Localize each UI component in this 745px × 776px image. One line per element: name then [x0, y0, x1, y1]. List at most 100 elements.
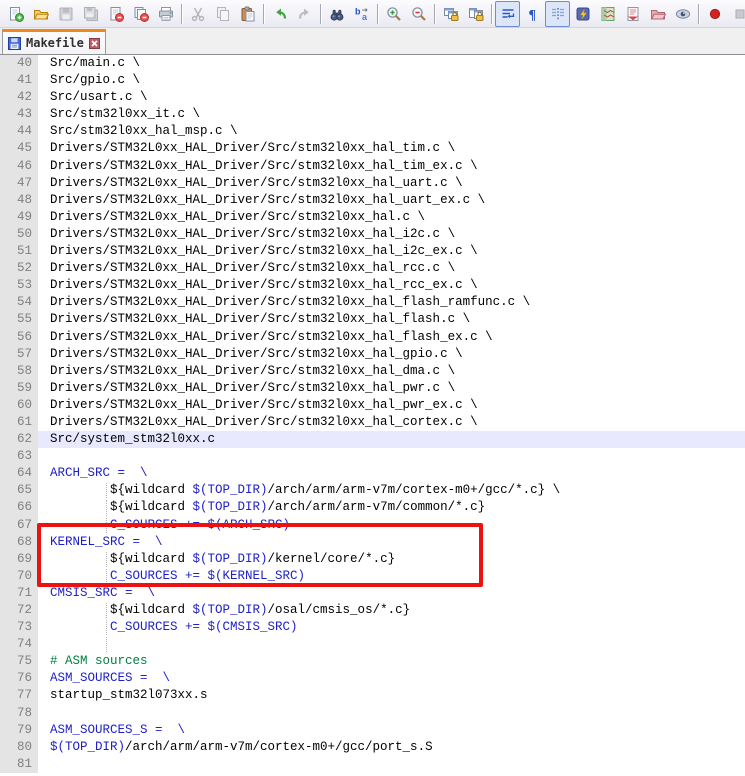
line-code: Drivers/STM32L0xx_HAL_Driver/Src/stm32l0… — [38, 158, 745, 175]
copy-button[interactable] — [210, 1, 235, 27]
indent-guide-icon — [550, 6, 566, 22]
macro-stop-button[interactable] — [727, 1, 745, 27]
replace-button[interactable]: ba — [349, 1, 374, 27]
sync-vertical-button[interactable] — [438, 1, 463, 27]
document-map-button[interactable] — [595, 1, 620, 27]
open-folder-button[interactable] — [28, 1, 53, 27]
editor-line-65[interactable]: 65 ${wildcard $(TOP_DIR)/arch/arm/arm-v7… — [0, 482, 745, 499]
editor-line-81[interactable]: 81 — [0, 756, 745, 773]
editor-line-63[interactable]: 63 — [0, 448, 745, 465]
editor-line-75[interactable]: 75# ASM sources — [0, 653, 745, 670]
line-number: 57 — [0, 346, 38, 363]
word-wrap-icon — [500, 6, 516, 22]
editor-line-52[interactable]: 52Drivers/STM32L0xx_HAL_Driver/Src/stm32… — [0, 260, 745, 277]
close-button[interactable] — [103, 1, 128, 27]
editor-line-70[interactable]: 70 C_SOURCES += $(KERNEL_SRC) — [0, 568, 745, 585]
editor-line-59[interactable]: 59Drivers/STM32L0xx_HAL_Driver/Src/stm32… — [0, 380, 745, 397]
doc-switcher-button[interactable] — [620, 1, 645, 27]
line-number: 72 — [0, 602, 38, 619]
line-code: Drivers/STM32L0xx_HAL_Driver/Src/stm32l0… — [38, 329, 745, 346]
sync-horizontal-button[interactable] — [463, 1, 488, 27]
line-code: C_SOURCES += $(KERNEL_SRC) — [38, 568, 745, 585]
line-code: # ASM sources — [38, 653, 745, 670]
editor-line-78[interactable]: 78 — [0, 705, 745, 722]
editor-line-55[interactable]: 55Drivers/STM32L0xx_HAL_Driver/Src/stm32… — [0, 311, 745, 328]
folder-as-workspace-button[interactable] — [645, 1, 670, 27]
editor-line-62[interactable]: 62Src/system_stm32l0xx.c — [0, 431, 745, 448]
editor-line-72[interactable]: 72 ${wildcard $(TOP_DIR)/osal/cmsis_os/*… — [0, 602, 745, 619]
editor-line-66[interactable]: 66 ${wildcard $(TOP_DIR)/arch/arm/arm-v7… — [0, 499, 745, 516]
toolbar: ba ¶ — [0, 0, 745, 28]
editor-line-61[interactable]: 61Drivers/STM32L0xx_HAL_Driver/Src/stm32… — [0, 414, 745, 431]
replace-icon: ba — [354, 6, 370, 22]
editor-line-69[interactable]: 69 ${wildcard $(TOP_DIR)/kernel/core/*.c… — [0, 551, 745, 568]
line-number: 73 — [0, 619, 38, 636]
find-button[interactable] — [324, 1, 349, 27]
close-all-button[interactable] — [128, 1, 153, 27]
cut-button[interactable] — [185, 1, 210, 27]
close-tab-icon[interactable] — [89, 38, 100, 49]
editor-line-60[interactable]: 60Drivers/STM32L0xx_HAL_Driver/Src/stm32… — [0, 397, 745, 414]
editor-line-49[interactable]: 49Drivers/STM32L0xx_HAL_Driver/Src/stm32… — [0, 209, 745, 226]
editor-line-57[interactable]: 57Drivers/STM32L0xx_HAL_Driver/Src/stm32… — [0, 346, 745, 363]
editor-line-47[interactable]: 47Drivers/STM32L0xx_HAL_Driver/Src/stm32… — [0, 175, 745, 192]
line-number: 65 — [0, 482, 38, 499]
new-file-button[interactable] — [3, 1, 28, 27]
editor-line-53[interactable]: 53Drivers/STM32L0xx_HAL_Driver/Src/stm32… — [0, 277, 745, 294]
function-list-button[interactable] — [570, 1, 595, 27]
save-button[interactable] — [53, 1, 78, 27]
line-number: 49 — [0, 209, 38, 226]
line-code: CMSIS_SRC = \ — [38, 585, 745, 602]
editor-line-71[interactable]: 71CMSIS_SRC = \ — [0, 585, 745, 602]
editor-line-79[interactable]: 79ASM_SOURCES_S = \ — [0, 722, 745, 739]
editor-line-64[interactable]: 64ARCH_SRC = \ — [0, 465, 745, 482]
zoom-in-button[interactable] — [381, 1, 406, 27]
print-button[interactable] — [153, 1, 178, 27]
editor-line-44[interactable]: 44Src/stm32l0xx_hal_msp.c \ — [0, 123, 745, 140]
line-code: Drivers/STM32L0xx_HAL_Driver/Src/stm32l0… — [38, 363, 745, 380]
editor-line-42[interactable]: 42Src/usart.c \ — [0, 89, 745, 106]
save-all-button[interactable] — [78, 1, 103, 27]
editor-line-41[interactable]: 41Src/gpio.c \ — [0, 72, 745, 89]
line-code: Drivers/STM32L0xx_HAL_Driver/Src/stm32l0… — [38, 380, 745, 397]
svg-text:a: a — [362, 12, 368, 22]
line-number: 41 — [0, 72, 38, 89]
zoom-out-button[interactable] — [406, 1, 431, 27]
editor-line-46[interactable]: 46Drivers/STM32L0xx_HAL_Driver/Src/stm32… — [0, 158, 745, 175]
editor-line-80[interactable]: 80$(TOP_DIR)/arch/arm/arm-v7m/cortex-m0+… — [0, 739, 745, 756]
line-number: 71 — [0, 585, 38, 602]
editor-line-56[interactable]: 56Drivers/STM32L0xx_HAL_Driver/Src/stm32… — [0, 329, 745, 346]
line-code: Drivers/STM32L0xx_HAL_Driver/Src/stm32l0… — [38, 346, 745, 363]
editor-line-43[interactable]: 43Src/stm32l0xx_it.c \ — [0, 106, 745, 123]
editor-line-51[interactable]: 51Drivers/STM32L0xx_HAL_Driver/Src/stm32… — [0, 243, 745, 260]
line-code: startup_stm32l073xx.s — [38, 687, 745, 704]
editor-line-58[interactable]: 58Drivers/STM32L0xx_HAL_Driver/Src/stm32… — [0, 363, 745, 380]
monitoring-button[interactable] — [670, 1, 695, 27]
editor-line-45[interactable]: 45Drivers/STM32L0xx_HAL_Driver/Src/stm32… — [0, 140, 745, 157]
editor-line-50[interactable]: 50Drivers/STM32L0xx_HAL_Driver/Src/stm32… — [0, 226, 745, 243]
word-wrap-button[interactable] — [495, 1, 520, 27]
editor-line-68[interactable]: 68KERNEL_SRC = \ — [0, 534, 745, 551]
line-code: Drivers/STM32L0xx_HAL_Driver/Src/stm32l0… — [38, 209, 745, 226]
macro-record-button[interactable] — [702, 1, 727, 27]
line-number: 77 — [0, 687, 38, 704]
line-code: Drivers/STM32L0xx_HAL_Driver/Src/stm32l0… — [38, 397, 745, 414]
editor-line-48[interactable]: 48Drivers/STM32L0xx_HAL_Driver/Src/stm32… — [0, 192, 745, 209]
undo-button[interactable] — [267, 1, 292, 27]
editor-line-54[interactable]: 54Drivers/STM32L0xx_HAL_Driver/Src/stm32… — [0, 294, 745, 311]
line-number: 50 — [0, 226, 38, 243]
editor[interactable]: 40Src/main.c \41Src/gpio.c \42Src/usart.… — [0, 55, 745, 773]
redo-button[interactable] — [292, 1, 317, 27]
editor-line-67[interactable]: 67 C_SOURCES += $(ARCH_SRC) — [0, 517, 745, 534]
show-all-characters-button[interactable]: ¶ — [520, 1, 545, 27]
tab-makefile[interactable]: Makefile — [2, 29, 106, 54]
editor-line-40[interactable]: 40Src/main.c \ — [0, 55, 745, 72]
editor-line-73[interactable]: 73 C_SOURCES += $(CMSIS_SRC) — [0, 619, 745, 636]
editor-line-74[interactable]: 74 — [0, 636, 745, 653]
line-number: 55 — [0, 311, 38, 328]
editor-line-77[interactable]: 77startup_stm32l073xx.s — [0, 687, 745, 704]
paste-button[interactable] — [235, 1, 260, 27]
indent-guide-button[interactable] — [545, 1, 570, 27]
editor-line-76[interactable]: 76ASM_SOURCES = \ — [0, 670, 745, 687]
line-code — [38, 756, 745, 773]
